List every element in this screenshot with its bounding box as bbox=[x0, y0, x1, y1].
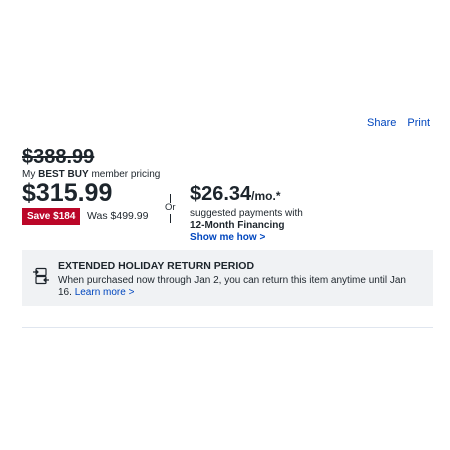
or-label: Or bbox=[165, 202, 176, 213]
save-badge: Save $184 bbox=[22, 208, 81, 225]
holiday-text: When purchased now through Jan 2, you ca… bbox=[58, 275, 428, 299]
holiday-title: EXTENDED HOLIDAY RETURN PERIOD bbox=[58, 260, 255, 272]
current-price: $315.99 bbox=[22, 179, 113, 207]
financing-plan: 12-Month Financing bbox=[190, 220, 285, 231]
share-print-links: Share Print bbox=[367, 117, 430, 129]
show-me-how-link[interactable]: Show me how > bbox=[190, 232, 265, 243]
monthly-suffix: /mo.* bbox=[251, 189, 281, 203]
original-price: $388.99 bbox=[22, 146, 95, 168]
section-divider bbox=[22, 327, 433, 328]
monthly-payment: $26.34/mo.* bbox=[190, 183, 281, 206]
holiday-return-panel: EXTENDED HOLIDAY RETURN PERIOD When purc… bbox=[22, 250, 433, 306]
print-link[interactable]: Print bbox=[407, 117, 430, 129]
exchange-arrows-icon bbox=[32, 267, 50, 290]
share-link[interactable]: Share bbox=[367, 117, 396, 129]
or-divider-bottom bbox=[170, 214, 171, 223]
suggested-payments-text: suggested payments with bbox=[190, 208, 303, 219]
monthly-amount: $26.34 bbox=[190, 183, 252, 205]
learn-more-link[interactable]: Learn more > bbox=[75, 287, 135, 298]
was-price: Was $499.99 bbox=[87, 210, 149, 222]
